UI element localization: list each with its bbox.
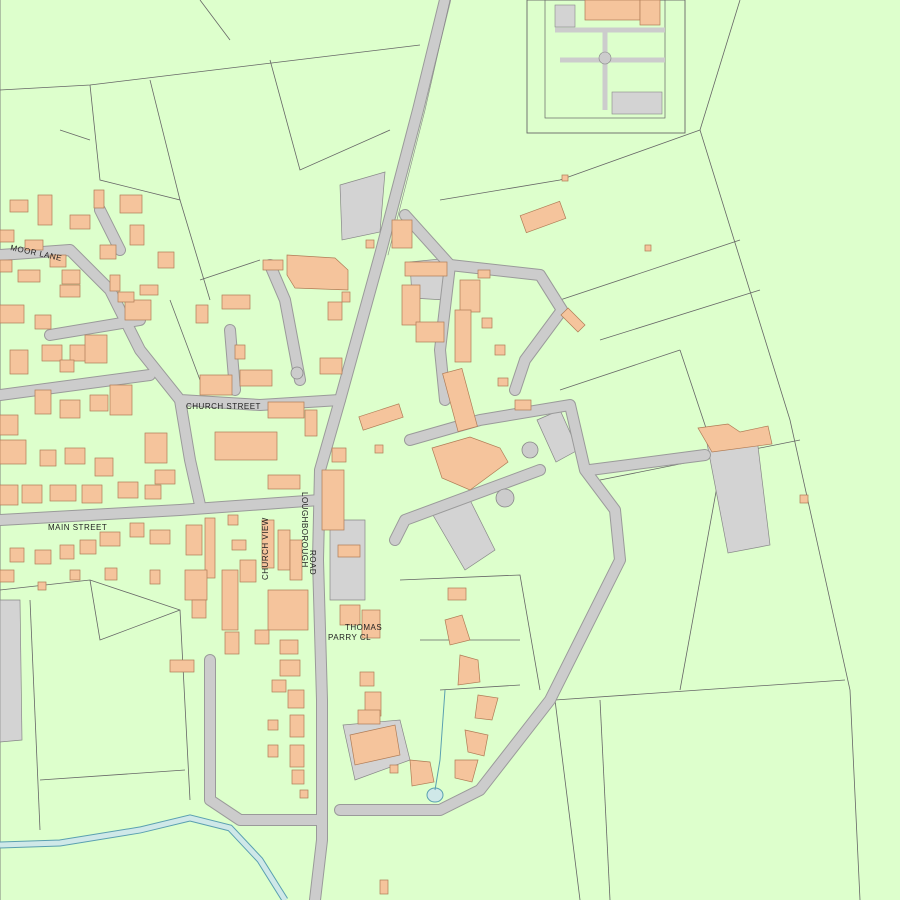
label-main-street: MAIN STREET (48, 523, 107, 532)
label-thomas-parry-1: THOMAS (345, 623, 382, 632)
pond (426, 787, 444, 803)
label-church-street: CHURCH STREET (186, 402, 261, 411)
label-loughborough-road-1: LOUGHBOROUGH (300, 492, 309, 568)
label-church-view: CHURCH VIEW (261, 517, 270, 580)
label-thomas-parry-2: PARRY CL (328, 633, 371, 642)
map-canvas[interactable]: MOOR LANE CHURCH STREET MAIN STREET CHUR… (0, 0, 900, 900)
label-loughborough-road-2: ROAD (308, 550, 317, 575)
